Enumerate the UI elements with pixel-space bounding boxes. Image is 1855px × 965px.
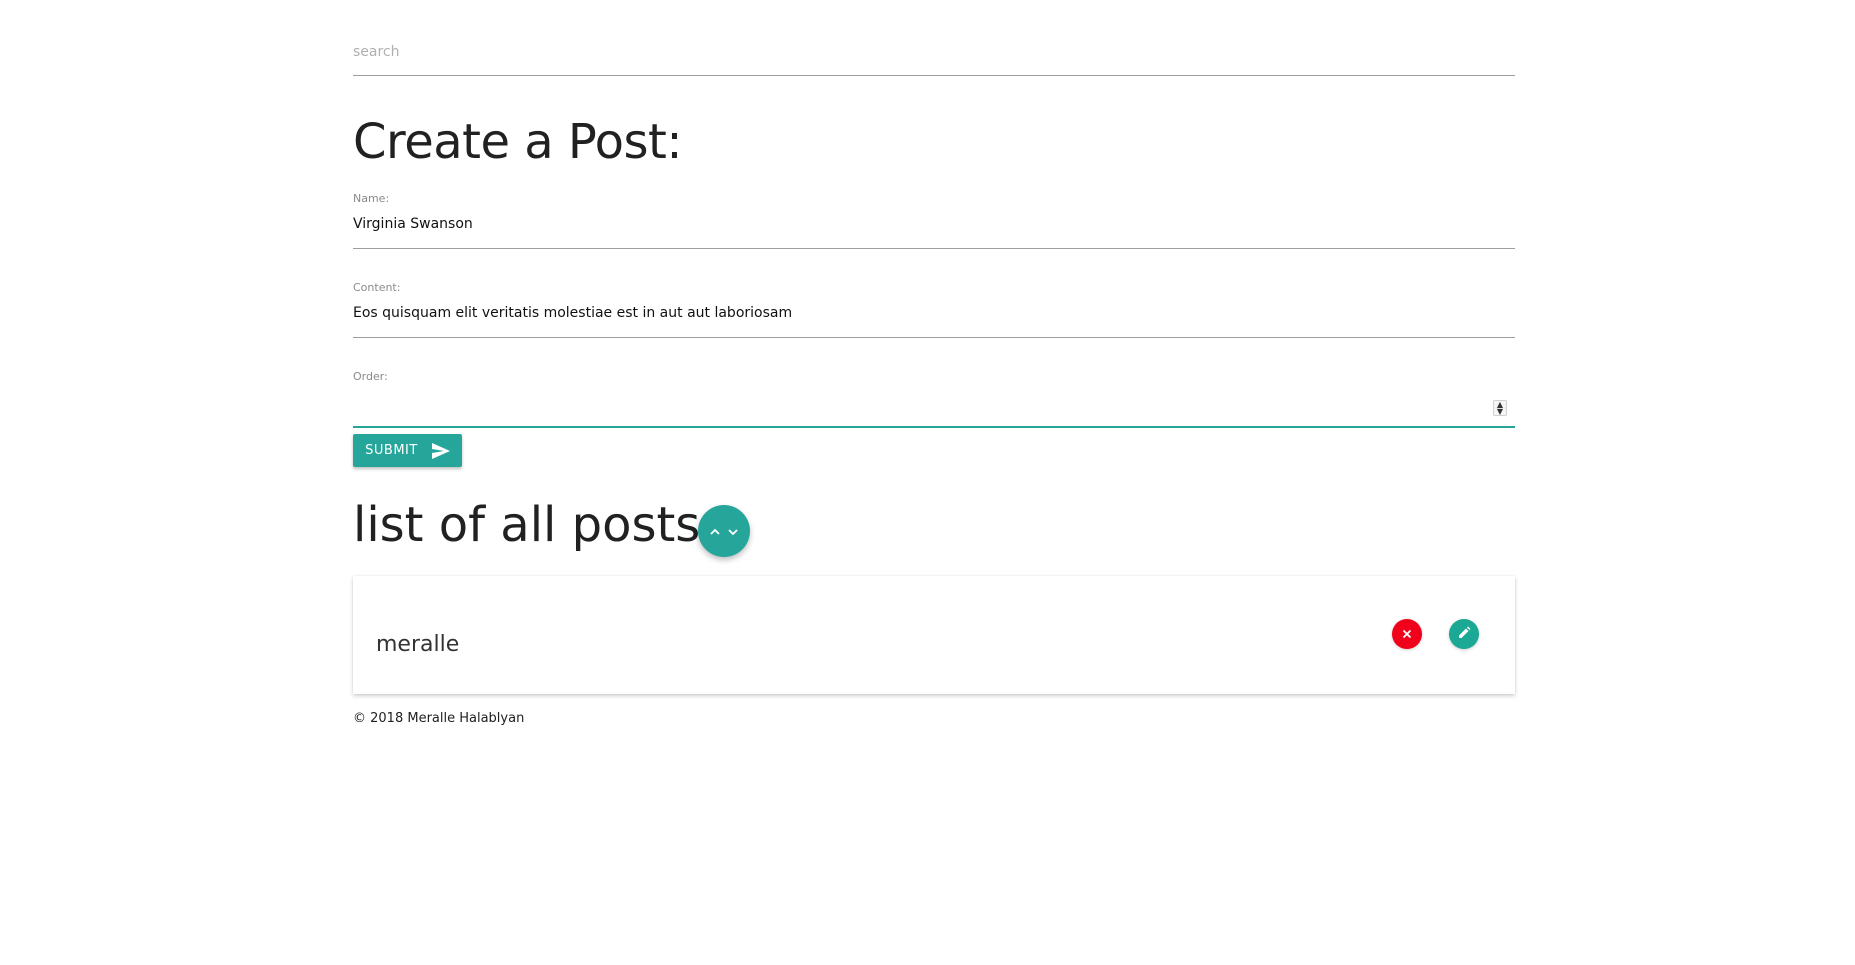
post-list-title: list of all posts: — [353, 497, 717, 553]
edit-post-button[interactable] — [1449, 619, 1479, 649]
name-label: Name: — [353, 192, 390, 205]
name-value: Virginia Swanson — [353, 216, 473, 232]
footer-copyright: © 2018 Meralle Halablyan — [353, 711, 525, 726]
chevron-down-icon — [727, 522, 739, 541]
name-field[interactable]: Name: Virginia Swanson — [353, 192, 1515, 249]
search-bar — [353, 28, 1515, 76]
create-post-title: Create a Post: — [353, 114, 683, 170]
chevron-up-icon — [709, 522, 721, 541]
sort-toggle-button[interactable] — [698, 505, 750, 557]
search-input[interactable] — [353, 44, 1515, 60]
order-field[interactable]: Order: ▲ ▼ — [353, 370, 1515, 428]
content-value: Eos quisquam elit veritatis molestiae es… — [353, 305, 793, 321]
post-name: meralle — [376, 632, 460, 657]
content-label: Content: — [353, 281, 401, 294]
order-stepper[interactable]: ▲ ▼ — [1493, 400, 1507, 416]
pencil-icon — [1457, 625, 1471, 644]
close-icon — [1401, 625, 1413, 644]
order-label: Order: — [353, 370, 388, 383]
content-field[interactable]: Content: Eos quisquam elit veritatis mol… — [353, 281, 1515, 338]
submit-button[interactable]: SUBMIT — [353, 434, 462, 467]
submit-label: SUBMIT — [365, 443, 418, 458]
send-icon — [431, 442, 450, 459]
post-card: meralle — [353, 576, 1515, 694]
delete-post-button[interactable] — [1392, 619, 1422, 649]
